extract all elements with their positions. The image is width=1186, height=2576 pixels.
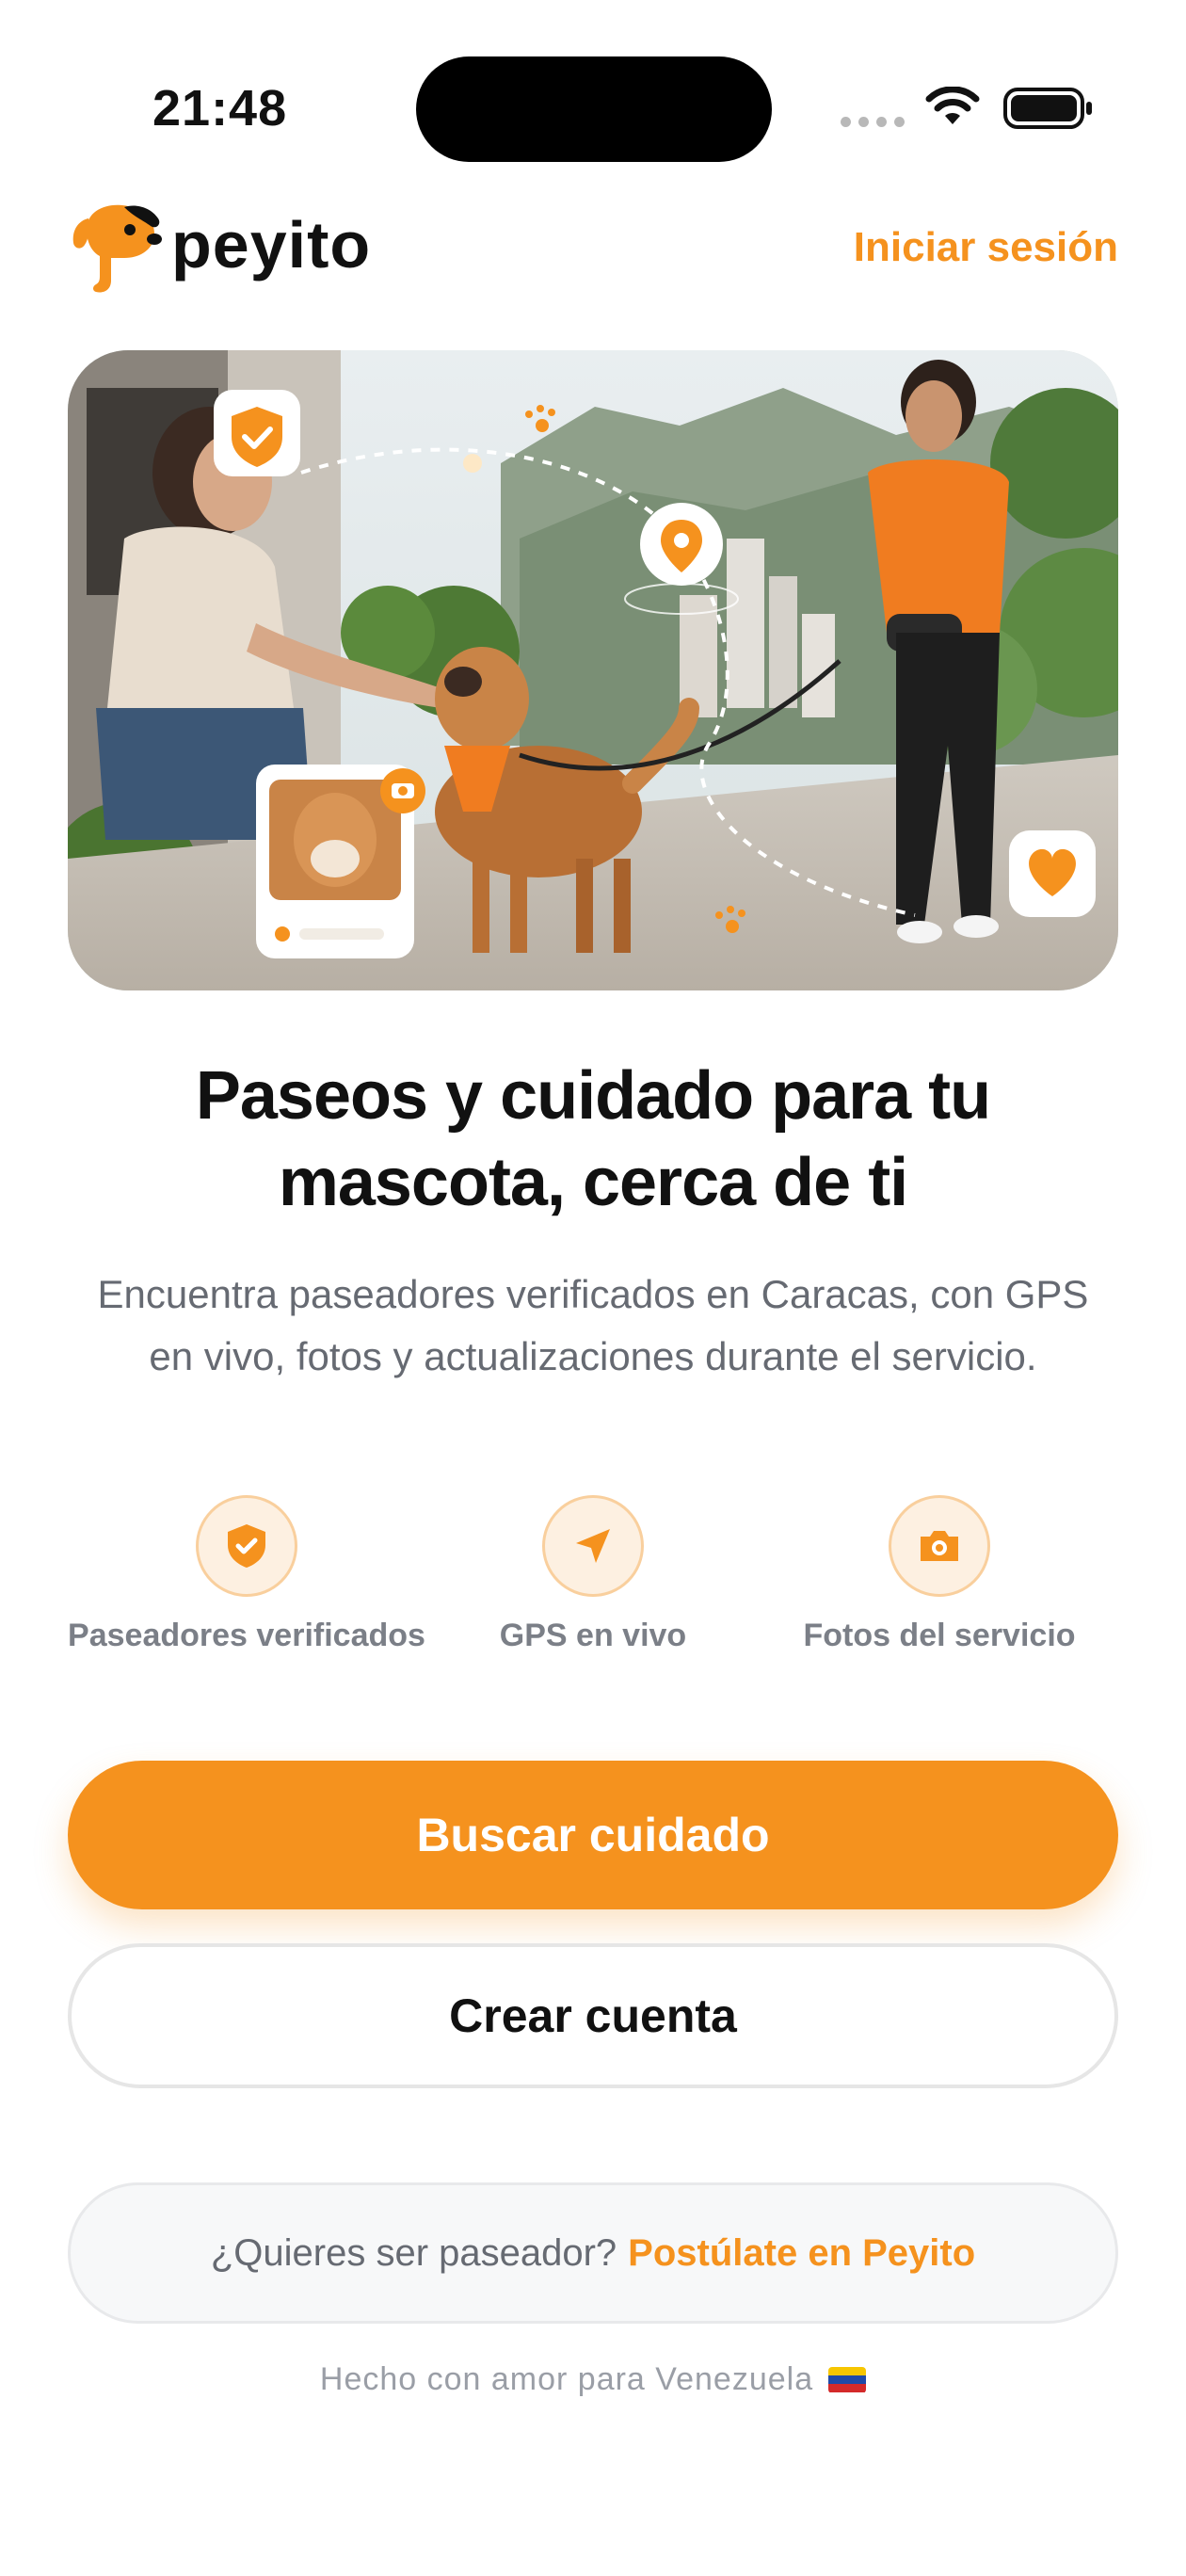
camera-icon bbox=[889, 1495, 990, 1597]
find-care-button[interactable]: Buscar cuidado bbox=[68, 1761, 1118, 1909]
cellular-signal-icon bbox=[841, 117, 906, 127]
app-header: peyito Iniciar sesión bbox=[68, 188, 1118, 311]
login-link[interactable]: Iniciar sesión bbox=[854, 224, 1118, 271]
create-account-button[interactable]: Crear cuenta bbox=[68, 1943, 1118, 2088]
become-walker-question: ¿Quieres ser paseador? bbox=[210, 2231, 617, 2274]
feature-label: GPS en vivo bbox=[499, 1618, 687, 1653]
page-subtitle: Encuentra paseadores verificados en Cara… bbox=[97, 1272, 1089, 1378]
apply-walker-link[interactable]: Postúlate en Peyito bbox=[628, 2232, 975, 2275]
shield-check-icon bbox=[196, 1495, 297, 1597]
feature-label: Fotos del servicio bbox=[803, 1618, 1076, 1653]
venezuela-flag-icon bbox=[828, 2366, 867, 2393]
brand-name: peyito bbox=[171, 208, 372, 282]
status-time: 21:48 bbox=[152, 80, 288, 137]
dynamic-island bbox=[416, 56, 772, 162]
status-bar: 21:48 bbox=[0, 0, 1186, 188]
footer-text: Hecho con amor para Venezuela bbox=[319, 2361, 814, 2397]
feature-photos: Fotos del servicio bbox=[761, 1495, 1118, 1655]
feature-list: Paseadores verificados GPS en vivo Fotos… bbox=[68, 1495, 1118, 1702]
battery-icon bbox=[1003, 87, 1094, 135]
navigation-arrow-icon bbox=[542, 1495, 644, 1597]
wifi-icon bbox=[924, 86, 981, 135]
feature-label: Paseadores verificados bbox=[68, 1618, 425, 1653]
hero-illustration bbox=[68, 350, 1118, 990]
feature-gps: GPS en vivo bbox=[414, 1495, 772, 1655]
peyito-dog-logo-icon bbox=[68, 201, 166, 300]
become-walker-banner[interactable]: ¿Quieres ser paseador? Postúlate en Peyi… bbox=[68, 2182, 1118, 2324]
page-title: Paseos y cuidado para tu mascota, cerca … bbox=[195, 1058, 991, 1220]
feature-verified-walkers: Paseadores verificados bbox=[68, 1495, 425, 1655]
footer: Hecho con amor para Venezuela bbox=[68, 2361, 1118, 2398]
